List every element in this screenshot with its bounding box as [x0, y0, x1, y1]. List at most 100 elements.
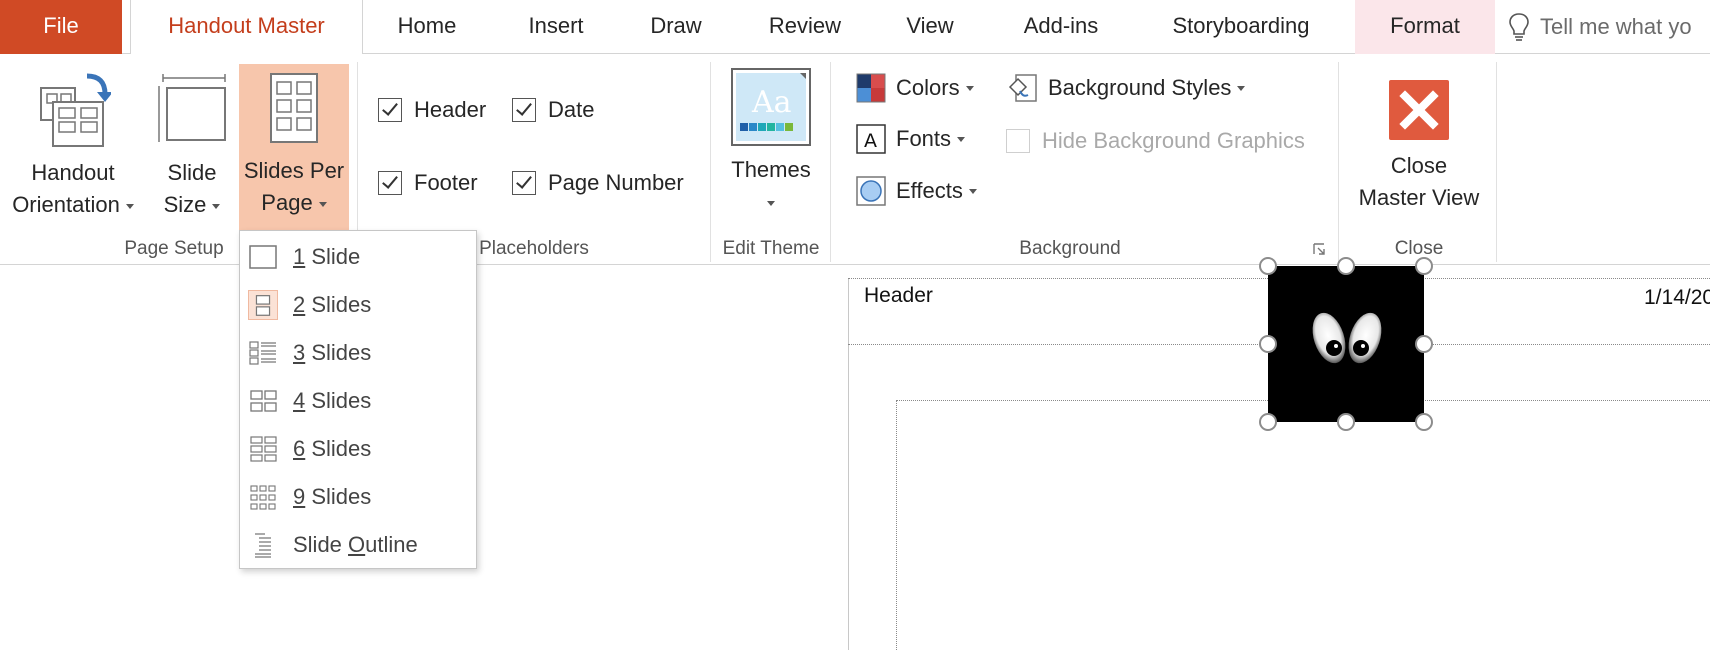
chevron-down-icon — [1237, 85, 1246, 91]
close-master-view-button[interactable]: Close Master View — [1346, 62, 1492, 232]
themes-dropdown — [718, 186, 824, 218]
background-styles-icon — [1008, 74, 1037, 102]
background-styles-button[interactable]: Background Styles — [1008, 73, 1246, 103]
checkbox-checked-icon — [378, 98, 402, 122]
resize-handle[interactable] — [1415, 335, 1433, 353]
resize-handle[interactable] — [1415, 413, 1433, 431]
chevron-down-icon — [767, 200, 775, 206]
tab-addins[interactable]: Add-ins — [1008, 0, 1114, 54]
handout-orientation-label-1: Handout — [31, 160, 115, 185]
two-slides-icon — [248, 290, 278, 320]
handout-orientation-label-2: Orientation — [0, 189, 146, 221]
nine-slides-icon — [250, 485, 276, 510]
handout-orientation-button[interactable]: Handout Orientation — [0, 62, 146, 232]
menu-item-2-slides[interactable]: 2 Slides — [240, 283, 476, 327]
chevron-down-icon — [318, 201, 327, 207]
group-separator — [710, 62, 711, 262]
three-slides-icon — [249, 341, 276, 365]
slide-size-label-2: Size — [150, 189, 234, 221]
themes-label: Themes — [731, 157, 811, 182]
chevron-down-icon — [965, 85, 974, 91]
svg-text:Aa: Aa — [751, 85, 792, 120]
handout-orientation-icon — [40, 73, 113, 147]
tab-draw[interactable]: Draw — [630, 0, 722, 54]
menu-item-4-slides[interactable]: 4 Slides — [240, 379, 476, 423]
checkbox-checked-icon — [512, 171, 536, 195]
tab-format[interactable]: Format — [1355, 0, 1495, 54]
slide-size-button[interactable]: Slide Size — [150, 62, 234, 232]
chevron-down-icon — [212, 203, 221, 209]
tab-handout-master[interactable]: Handout Master — [130, 0, 363, 55]
four-slides-icon — [250, 390, 277, 412]
hide-background-graphics-checkbox[interactable]: Hide Background Graphics — [1006, 128, 1305, 154]
fonts-button[interactable]: A Fonts — [856, 124, 966, 154]
slide-placeholder[interactable] — [896, 400, 1710, 650]
tell-me-search[interactable]: Tell me what yo — [1540, 0, 1692, 54]
close-master-view-label-2: Master View — [1358, 185, 1480, 210]
checkbox-unchecked-icon — [1006, 129, 1030, 153]
footer-checkbox[interactable]: Footer — [378, 170, 478, 196]
group-label-page-setup: Page Setup — [124, 238, 224, 259]
resize-handle[interactable] — [1337, 257, 1355, 275]
tab-file[interactable]: File — [0, 0, 122, 54]
resize-handle[interactable] — [1259, 335, 1277, 353]
resize-handle[interactable] — [1259, 413, 1277, 431]
menu-item-label: Slide Outline — [293, 532, 418, 557]
menu-item-6-slides[interactable]: 6 Slides — [240, 427, 476, 471]
menu-item-3-slides[interactable]: 3 Slides — [240, 331, 476, 375]
effects-button[interactable]: Effects — [856, 176, 977, 206]
menu-item-label: 1 Slide — [293, 244, 361, 269]
slides-per-page-label-2: Page — [239, 187, 349, 219]
header-checkbox[interactable]: Header — [378, 97, 486, 123]
eyes-graphic — [1312, 312, 1382, 364]
menu-item-9-slides[interactable]: 9 Slides — [240, 475, 476, 519]
dialog-launcher-icon[interactable] — [1312, 242, 1326, 256]
slides-per-page-menu: 1 Slide 2 Slides 3 Slides 4 Slides 6 Sli… — [239, 230, 477, 569]
group-label-placeholders: Placeholders — [479, 238, 589, 259]
date-checkbox[interactable]: Date — [512, 97, 594, 123]
tab-home[interactable]: Home — [381, 0, 473, 54]
resize-handle[interactable] — [1259, 257, 1277, 275]
ribbon-tab-bar: File Handout Master Home Insert Draw Rev… — [0, 0, 1710, 55]
menu-item-1-slide[interactable]: 1 Slide — [240, 235, 476, 279]
menu-item-label: 2 Slides — [293, 292, 372, 317]
lightbulb-icon — [1509, 13, 1529, 41]
header-text[interactable]: Header — [864, 284, 933, 308]
slides-per-page-label-1: Slides Per — [243, 158, 345, 183]
resize-handle[interactable] — [1337, 413, 1355, 431]
chevron-down-icon — [957, 136, 966, 142]
effects-icon — [856, 176, 886, 206]
slide-size-icon — [158, 74, 226, 142]
six-slides-icon — [250, 436, 277, 462]
group-label-background: Background — [1019, 238, 1121, 259]
chevron-down-icon — [968, 188, 977, 194]
tab-review[interactable]: Review — [752, 0, 858, 54]
resize-handle[interactable] — [1415, 257, 1433, 275]
group-separator — [830, 62, 831, 262]
tab-insert[interactable]: Insert — [510, 0, 602, 54]
menu-item-label: 6 Slides — [293, 436, 372, 461]
themes-icon: Aa — [731, 68, 811, 146]
checkbox-checked-icon — [512, 98, 536, 122]
group-separator — [1496, 62, 1497, 262]
close-master-view-label-1: Close — [1390, 153, 1448, 178]
group-label-close: Close — [1394, 238, 1444, 259]
tab-view[interactable]: View — [886, 0, 974, 54]
svg-text:A: A — [864, 130, 877, 152]
themes-button[interactable]: Aa Themes — [718, 62, 824, 232]
slides-per-page-icon — [270, 73, 318, 143]
tab-storyboarding[interactable]: Storyboarding — [1152, 0, 1330, 54]
group-label-edit-theme: Edit Theme — [722, 238, 820, 259]
slides-per-page-button[interactable]: Slides Per Page — [239, 64, 349, 230]
slide-size-label-1: Slide — [167, 160, 217, 185]
menu-item-label: 3 Slides — [293, 340, 372, 365]
page-number-checkbox[interactable]: Page Number — [512, 170, 684, 196]
colors-button[interactable]: Colors — [856, 73, 974, 103]
outline-icon — [255, 533, 271, 558]
chevron-down-icon — [125, 203, 134, 209]
close-icon — [1389, 80, 1449, 140]
date-text[interactable]: 1/14/20 — [1644, 286, 1710, 310]
eyes-picture[interactable] — [1268, 266, 1424, 422]
menu-item-slide-outline[interactable]: Slide Outline — [240, 523, 476, 567]
colors-icon — [856, 73, 886, 103]
